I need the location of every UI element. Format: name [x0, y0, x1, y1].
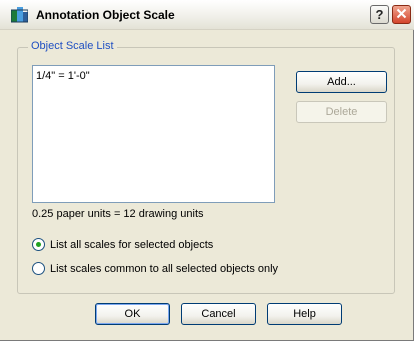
- radio-checked-icon[interactable]: [32, 238, 45, 251]
- close-button[interactable]: [392, 5, 411, 24]
- help-question-icon: ?: [375, 7, 384, 22]
- annotation-object-scale-dialog: Annotation Object Scale ? Object Scale L…: [0, 0, 414, 341]
- scale-listbox[interactable]: 1/4" = 1'-0": [32, 65, 275, 203]
- title-bar[interactable]: Annotation Object Scale ?: [0, 0, 414, 30]
- radio-unchecked-icon[interactable]: [32, 262, 45, 275]
- radio-list-common-scales[interactable]: List scales common to all selected objec…: [32, 262, 278, 275]
- scale-info-text: 0.25 paper units = 12 drawing units: [32, 208, 204, 220]
- radio-list-all-scales[interactable]: List all scales for selected objects: [32, 238, 213, 251]
- list-item[interactable]: 1/4" = 1'-0": [36, 70, 90, 82]
- ok-button[interactable]: OK: [95, 303, 170, 325]
- group-legend: Object Scale List: [28, 40, 117, 52]
- radio-label-all-scales: List all scales for selected objects: [50, 238, 214, 251]
- add-button[interactable]: Add...: [296, 71, 387, 93]
- close-x-icon: [396, 7, 407, 22]
- cancel-button[interactable]: Cancel: [181, 303, 256, 325]
- dialog-title: Annotation Object Scale: [36, 8, 175, 22]
- radio-label-common-scales: List scales common to all selected objec…: [50, 262, 279, 275]
- annotation-scale-icon: [10, 7, 29, 23]
- help-question-button[interactable]: ?: [370, 5, 389, 24]
- delete-button[interactable]: Delete: [296, 101, 387, 123]
- help-button[interactable]: Help: [267, 303, 342, 325]
